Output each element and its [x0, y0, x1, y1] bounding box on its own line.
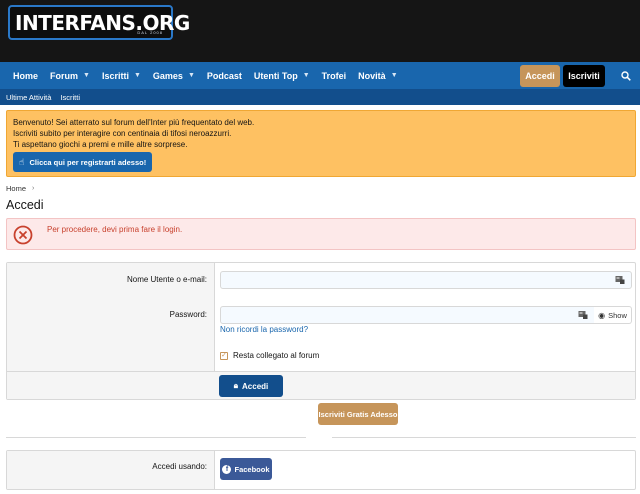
social-login: Accedi usando: f Facebook — [6, 450, 636, 490]
forgot-password-link[interactable]: Non ricordi la password? — [220, 325, 308, 334]
nav-item-iscritti[interactable]: Iscritti ▼ — [96, 62, 147, 89]
subnav-item-iscritti[interactable]: Iscritti — [60, 93, 80, 102]
main-nav: Home Forum ▼ Iscritti ▼ Games ▼ Podcast Ute… — [0, 62, 640, 89]
chevron-right-icon: › — [32, 185, 35, 192]
divider-line — [332, 437, 636, 438]
nav-label: Games — [152, 70, 183, 81]
remember-label: Resta collegato al forum — [233, 351, 320, 360]
error-x-icon — [13, 225, 33, 245]
site-header: INTERFANS.ORG DAL 2008 — [0, 0, 640, 62]
remember-checkbox[interactable]: ✓ — [220, 351, 228, 360]
nav-label: Iscritti — [101, 70, 129, 81]
notice-line: Iscriviti subito per interagire con cent… — [13, 129, 232, 138]
nav-item-novita[interactable]: Novità ▼ — [352, 62, 403, 89]
notice-line: Ti aspettano giochi a premi e mille altr… — [13, 140, 188, 149]
nav-label: Home — [13, 70, 39, 81]
error-text: Per procedere, devi prima fare il login. — [47, 225, 183, 234]
no-account-text: Non hai un account? — [244, 409, 313, 418]
remember-me[interactable]: ✓ Resta collegato al forum — [220, 351, 319, 360]
register-now-button[interactable]: ☝ Clicca qui per registrarti adesso! — [13, 152, 153, 172]
login-nav-button[interactable]: Accedi — [520, 64, 560, 87]
nav-label: Podcast — [206, 70, 242, 81]
notice-line: Benvenuto! Sei atterrato sul forum dell'… — [13, 118, 255, 127]
divider-line — [6, 437, 306, 438]
nav-item-podcast[interactable]: Podcast — [201, 62, 248, 89]
show-label: Show — [608, 310, 627, 320]
nav-item-trofei[interactable]: Trofei — [316, 62, 353, 89]
social-label: Accedi usando: — [152, 462, 207, 471]
logo-subtitle: DAL 2008 — [137, 30, 163, 35]
register-nav-button[interactable]: Iscriviti — [563, 64, 605, 87]
nav-account-area: Accedi Iscriviti — [520, 62, 640, 89]
nav-item-forum[interactable]: Forum ▼ — [44, 62, 96, 89]
username-label: Nome Utente o e-mail: — [126, 275, 207, 284]
eye-icon: ◉ — [598, 310, 606, 320]
nav-label: Forum — [50, 70, 79, 81]
search-icon — [621, 70, 631, 81]
nav-label: Utenti Top — [253, 70, 298, 81]
facebook-label: Facebook — [234, 464, 270, 474]
search-button[interactable] — [615, 62, 637, 89]
show-password-button[interactable]: ◉ Show — [594, 306, 632, 324]
breadcrumb: Home › — [6, 184, 34, 193]
sub-nav: Ultime Attività Iscritti — [0, 89, 640, 105]
chevron-down-icon[interactable]: ▼ — [303, 72, 310, 79]
nav-item-home[interactable]: Home — [0, 62, 44, 89]
facebook-login-button[interactable]: f Facebook — [220, 458, 272, 480]
login-submit-button[interactable]: 🔒︎ Accedi — [219, 375, 283, 397]
register-free-button[interactable]: Iscriviti Gratis Adesso — [318, 403, 398, 425]
password-label: Password: — [169, 310, 207, 319]
credential-card-icon[interactable] — [578, 310, 588, 320]
welcome-notice: Benvenuto! Sei atterrato sul forum dell'… — [6, 110, 636, 177]
or-text: Or — [315, 433, 324, 442]
facebook-icon: f — [222, 464, 232, 474]
error-message: Per procedere, devi prima fare il login. — [6, 218, 636, 250]
page-title: Accedi — [6, 198, 44, 212]
chevron-down-icon[interactable]: ▼ — [188, 72, 195, 79]
chevron-down-icon[interactable]: ▼ — [83, 72, 90, 79]
breadcrumb-home[interactable]: Home — [6, 184, 26, 193]
submit-label: Accedi — [242, 381, 269, 391]
chevron-down-icon[interactable]: ▼ — [391, 72, 398, 79]
login-form: Nome Utente o e-mail: Password: ◉ Show N… — [6, 262, 636, 400]
register-prompt: Non hai un account? Iscriviti Gratis Ade… — [0, 403, 640, 425]
form-footer: 🔒︎ Accedi — [7, 371, 635, 399]
nav-item-games[interactable]: Games ▼ — [147, 62, 201, 89]
chevron-down-icon[interactable]: ▼ — [134, 72, 141, 79]
credential-card-icon[interactable] — [615, 275, 625, 285]
or-divider: Or — [6, 433, 636, 443]
password-input[interactable] — [220, 306, 595, 324]
register-now-label: Clicca qui per registrarti adesso! — [29, 157, 147, 167]
lock-icon: 🔒︎ — [233, 381, 239, 390]
hand-pointer-icon: ☝ — [19, 156, 25, 167]
username-input[interactable] — [220, 271, 632, 289]
subnav-item-ultime-attivita[interactable]: Ultime Attività — [6, 93, 51, 102]
site-logo[interactable]: INTERFANS.ORG DAL 2008 — [8, 5, 190, 40]
nav-item-utenti-top[interactable]: Utenti Top ▼ — [248, 62, 316, 89]
logo-text: INTERFANS.ORG — [15, 10, 190, 35]
nav-label: Trofei — [321, 70, 347, 81]
nav-label: Novità — [358, 70, 386, 81]
